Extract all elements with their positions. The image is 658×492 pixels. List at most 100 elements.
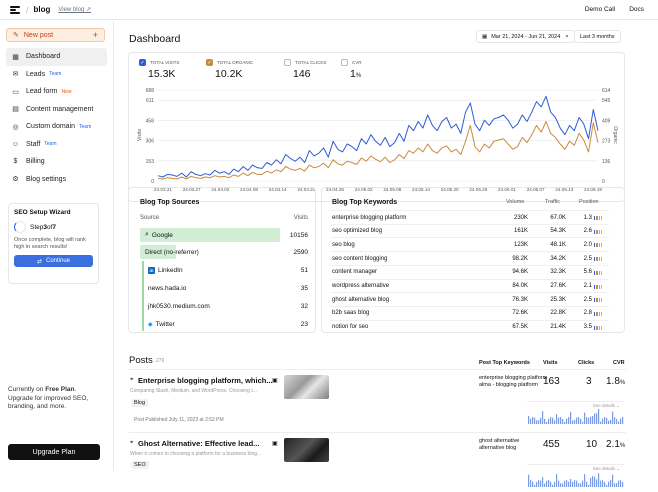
close-icon[interactable]: × — [565, 34, 568, 40]
keyword-row[interactable]: seo blog 123K 48.1K 2.0 — [330, 237, 609, 251]
menu-logo-icon[interactable] — [9, 4, 21, 16]
keyword-row[interactable]: seo content blogging 98.2K 34.2K 2.5 — [330, 251, 609, 265]
series-line — [157, 121, 599, 180]
mini-bar — [594, 413, 596, 424]
mini-bar — [566, 418, 568, 424]
mini-bar — [604, 481, 606, 487]
post-title[interactable]: Ghost Alternative: Effective lead... — [138, 439, 259, 448]
pin-icon[interactable]: ⌖ — [130, 440, 133, 447]
see-details-link[interactable]: See details ⌄ — [593, 403, 620, 409]
mini-bar — [582, 480, 584, 487]
upgrade-plan-button[interactable]: Upgrade Plan — [8, 444, 100, 460]
mini-bar — [588, 484, 590, 487]
sidebar-item-blog-settings[interactable]: ⚙ Blog settings — [6, 171, 107, 189]
mini-bar — [618, 421, 620, 424]
keyword-row[interactable]: seo optimized blog 161K 54.3K 2.6 — [330, 223, 609, 238]
post-tag[interactable]: SEO — [131, 461, 149, 469]
mini-bar — [576, 480, 578, 487]
mini-bar — [540, 417, 542, 424]
mini-bar — [560, 417, 562, 424]
post-row[interactable]: ⌖ Enterprise blogging platform, which... ▣… — [129, 369, 626, 429]
new-post-button[interactable]: ✎ New post + — [6, 28, 105, 42]
keyword-text: seo content blogging — [332, 255, 388, 262]
source-row[interactable]: news.hada.io 35 — [140, 281, 308, 295]
mini-bar — [586, 481, 588, 487]
keyword-traffic: 67.0K — [550, 214, 566, 221]
position-sparkline-icon — [594, 216, 602, 220]
keyword-row[interactable]: ghost alternative blog 76.3K 25.3K 2.5 — [330, 292, 609, 306]
docs-link[interactable]: Docs — [629, 6, 644, 13]
mini-bar — [568, 417, 570, 424]
mini-bar — [592, 416, 594, 424]
keyword-row[interactable]: enterprise blogging platform 230K 67.0K 1.3 — [330, 210, 609, 224]
mini-bar — [548, 418, 550, 424]
source-row[interactable]: jhk0530.medium.com 32 — [140, 299, 308, 313]
plan-prefix: Currently on — [8, 386, 46, 393]
keyword-row[interactable]: notion for seo 67.5K 21.4K 3.5 — [330, 319, 609, 334]
mini-bar — [550, 417, 552, 424]
search-icon: ⌕ — [145, 231, 149, 238]
sidebar-item-dashboard[interactable]: ▦ Dashboard — [6, 48, 107, 66]
date-range-picker[interactable]: ▦ Mar 21, 2024 - Jun 21, 2024 × — [476, 30, 575, 43]
brand-name[interactable]: blog — [34, 5, 51, 14]
sidebar-nav: ▦ Dashboard ✉ Leads Team ▭ Lead form New ▤ Conten… — [6, 48, 107, 188]
col-position: Position — [579, 199, 599, 205]
mini-bar — [604, 417, 606, 424]
mini-bar — [574, 480, 576, 487]
position-sparkline-icon — [594, 325, 602, 330]
source-row[interactable]: in LinkedIn 51 — [140, 263, 308, 277]
keyword-text: notion for seo — [332, 324, 369, 331]
keyword-position: 2.5 — [583, 255, 592, 262]
keyword-volume: 161K — [513, 228, 528, 235]
pin-icon[interactable]: ⌖ — [130, 377, 133, 384]
form-icon: ▭ — [12, 88, 19, 96]
mini-bar — [578, 417, 580, 424]
post-title[interactable]: Enterprise blogging platform, which... — [138, 376, 273, 385]
post-row[interactable]: ⌖ Ghost Alternative: Effective lead... ▣ Wh… — [129, 432, 626, 492]
source-label: Google — [151, 231, 173, 239]
source-row[interactable]: ◆ Twitter 23 — [140, 317, 308, 331]
sidebar-item-billing[interactable]: $ Billing — [6, 153, 107, 171]
mini-bar — [586, 417, 588, 424]
keyword-row[interactable]: content manager 94.6K 32.3K 5.6 — [330, 264, 609, 279]
continue-button[interactable]: ⇄ Continue — [14, 255, 93, 267]
sidebar-item-staff[interactable]: ☺ Staff Team — [6, 136, 107, 154]
y-right-tick-label: 273 — [602, 139, 611, 145]
sidebar-item-leads[interactable]: ✉ Leads Team — [6, 66, 107, 84]
mini-bar — [546, 421, 548, 424]
keyword-row[interactable]: wordpress alternative 84.0K 27.6K 2.1 — [330, 278, 609, 293]
source-row[interactable]: ⌕ Google 10156 — [140, 228, 308, 242]
post-keyword: alma - blogging platform — [479, 382, 539, 388]
keyword-row[interactable]: b2b saas blog 72.6K 22.8K 2.8 — [330, 305, 609, 320]
position-sparkline-icon — [594, 257, 602, 262]
demo-call-link[interactable]: Demo Call — [585, 6, 615, 13]
post-mini-chart: See details ⌄ — [527, 464, 624, 488]
sidebar-badge: New — [61, 88, 72, 95]
sidebar-item-content-management[interactable]: ▤ Content management — [6, 101, 107, 119]
mini-bar — [552, 484, 554, 487]
sidebar-item-label: Staff — [26, 140, 41, 148]
mini-bar — [558, 480, 560, 487]
y-tick-label: 0 — [151, 179, 154, 185]
mini-bar — [596, 479, 598, 487]
mini-bar — [620, 418, 622, 424]
post-cvr: 2.1% — [606, 439, 625, 450]
see-details-link[interactable]: See details ⌄ — [593, 466, 620, 472]
post-visits: 163 — [543, 376, 560, 387]
mini-bar — [542, 411, 544, 424]
source-name: jhk0530.medium.com — [140, 303, 210, 310]
post-tag[interactable]: Blog — [131, 399, 149, 407]
sidebar-item-custom-domain[interactable]: ◎ Custom domain Team — [6, 118, 107, 136]
mini-bar — [548, 480, 550, 487]
col-volume: Volume — [506, 199, 525, 205]
sidebar-item-lead-form[interactable]: ▭ Lead form New — [6, 83, 107, 101]
mini-bar — [538, 420, 540, 424]
col-source: Source — [140, 215, 160, 221]
seo-wizard-card: SEO Setup Wizard Step 3 of 7 Once comple… — [8, 203, 99, 284]
mini-bar — [556, 414, 558, 424]
keyword-position: 3.5 — [583, 324, 592, 331]
view-blog-link[interactable]: View blog ↗ — [58, 6, 91, 13]
period-select[interactable]: Last 3 months — [574, 30, 621, 43]
source-label: LinkedIn — [158, 266, 183, 274]
source-row[interactable]: Direct (no-referrer) 2590 — [140, 245, 308, 259]
